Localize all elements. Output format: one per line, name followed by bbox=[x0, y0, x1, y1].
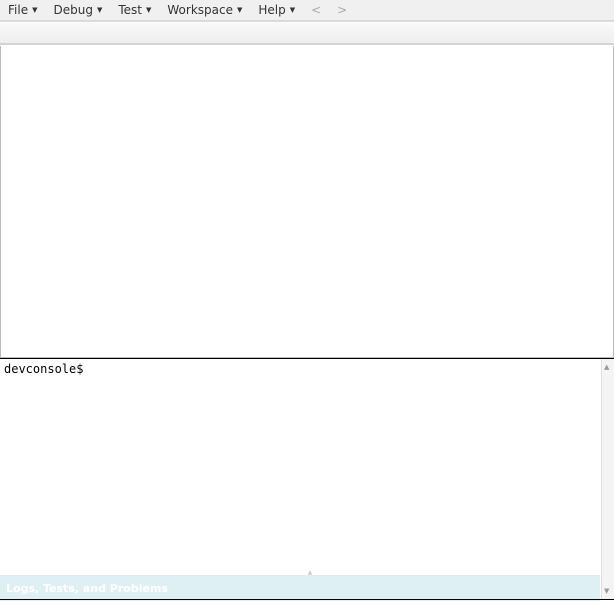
caret-down-icon: ▼ bbox=[32, 6, 37, 14]
tab-bar bbox=[0, 21, 614, 45]
menu-label: Help bbox=[258, 3, 285, 17]
menu-help[interactable]: Help ▼ bbox=[250, 3, 303, 17]
menu-test[interactable]: Test ▼ bbox=[110, 3, 159, 17]
menu-bar: File ▼ Debug ▼ Test ▼ Workspace ▼ Help ▼ < > bbox=[0, 0, 614, 21]
console-prompt: devconsole$ bbox=[0, 359, 614, 379]
scroll-up-icon[interactable]: ▲ bbox=[604, 363, 609, 371]
panel-title: Logs, Tests, and Problems bbox=[0, 582, 168, 595]
scroll-down-icon[interactable]: ▼ bbox=[604, 587, 609, 595]
caret-down-icon: ▼ bbox=[237, 6, 242, 14]
menu-file[interactable]: File ▼ bbox=[0, 3, 45, 17]
forward-button[interactable]: > bbox=[329, 3, 355, 17]
menu-label: Test bbox=[118, 3, 142, 17]
caret-down-icon: ▼ bbox=[146, 6, 151, 14]
back-button[interactable]: < bbox=[303, 3, 329, 17]
console-scrollbar[interactable]: ▲ ▼ bbox=[601, 359, 614, 599]
menu-label: File bbox=[8, 3, 28, 17]
logs-panel-header[interactable]: Logs, Tests, and Problems bbox=[0, 575, 600, 601]
menu-label: Debug bbox=[53, 3, 92, 17]
caret-down-icon: ▼ bbox=[97, 6, 102, 14]
caret-down-icon: ▼ bbox=[290, 6, 295, 14]
menu-debug[interactable]: Debug ▼ bbox=[45, 3, 110, 17]
menu-label: Workspace bbox=[167, 3, 233, 17]
console[interactable]: devconsole$ ▲ ▼ ▲ Logs, Tests, and Probl… bbox=[0, 358, 614, 601]
menu-workspace[interactable]: Workspace ▼ bbox=[159, 3, 250, 17]
editor-area[interactable] bbox=[0, 46, 614, 358]
